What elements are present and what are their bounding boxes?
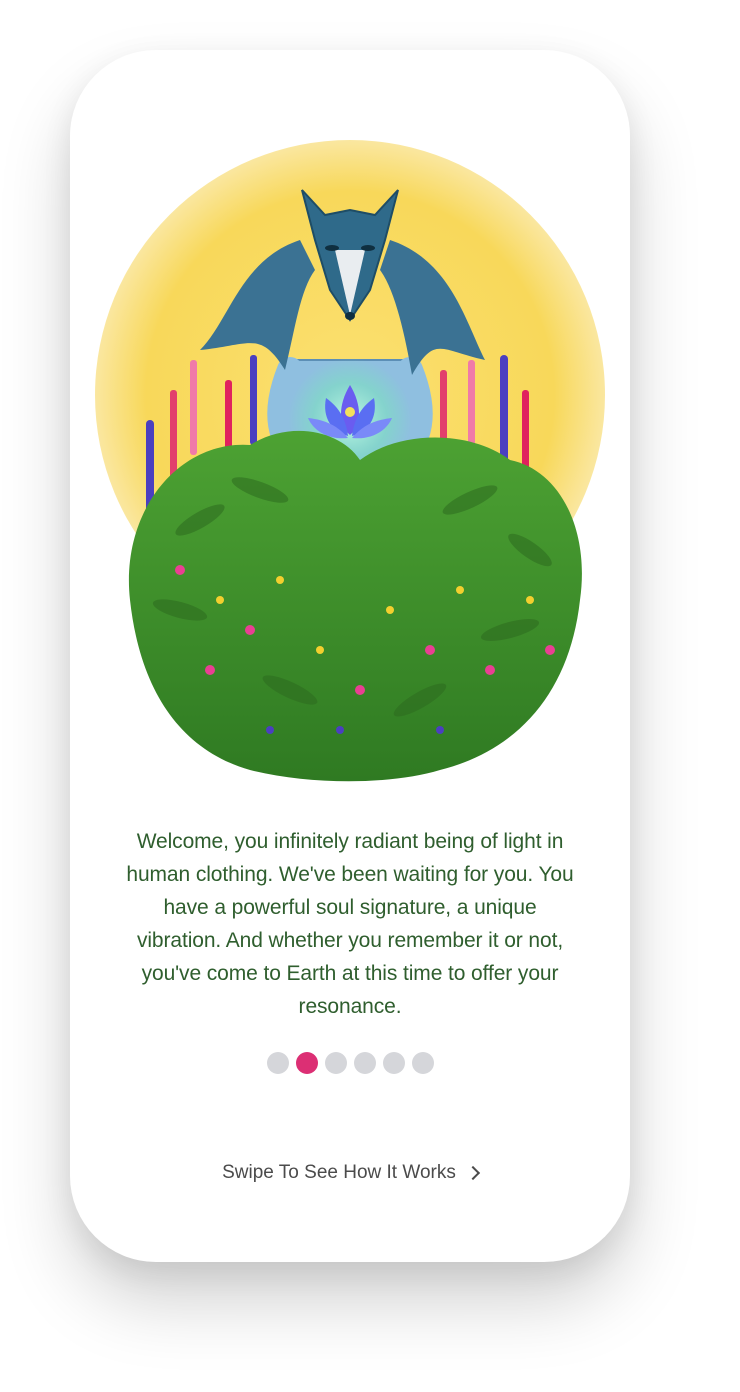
pagination-dots[interactable] <box>70 1052 630 1074</box>
pagination-dot[interactable] <box>382 1052 405 1074</box>
wolf-nose <box>345 312 355 320</box>
welcome-message: Welcome, you infinitely radiant being of… <box>126 830 574 1018</box>
phone-card: Welcome, you infinitely radiant being of… <box>70 50 630 1262</box>
hero-illustration <box>95 140 605 782</box>
meadow-bush <box>128 430 582 782</box>
pagination-dot[interactable] <box>353 1052 376 1074</box>
wolf-left-eye <box>325 245 339 251</box>
pagination-dot[interactable] <box>411 1052 434 1074</box>
pagination-dot[interactable] <box>295 1052 318 1074</box>
screen: Welcome, you infinitely radiant being of… <box>0 0 740 1392</box>
chevron-right-icon <box>465 1165 480 1181</box>
swipe-hint-label: Swipe To See How It Works <box>222 1162 456 1183</box>
pagination-dot[interactable] <box>266 1052 289 1074</box>
pagination-dot[interactable] <box>324 1052 347 1074</box>
swipe-hint-button[interactable]: Swipe To See How It Works <box>70 1162 630 1184</box>
wolf-right-eye <box>361 245 375 251</box>
